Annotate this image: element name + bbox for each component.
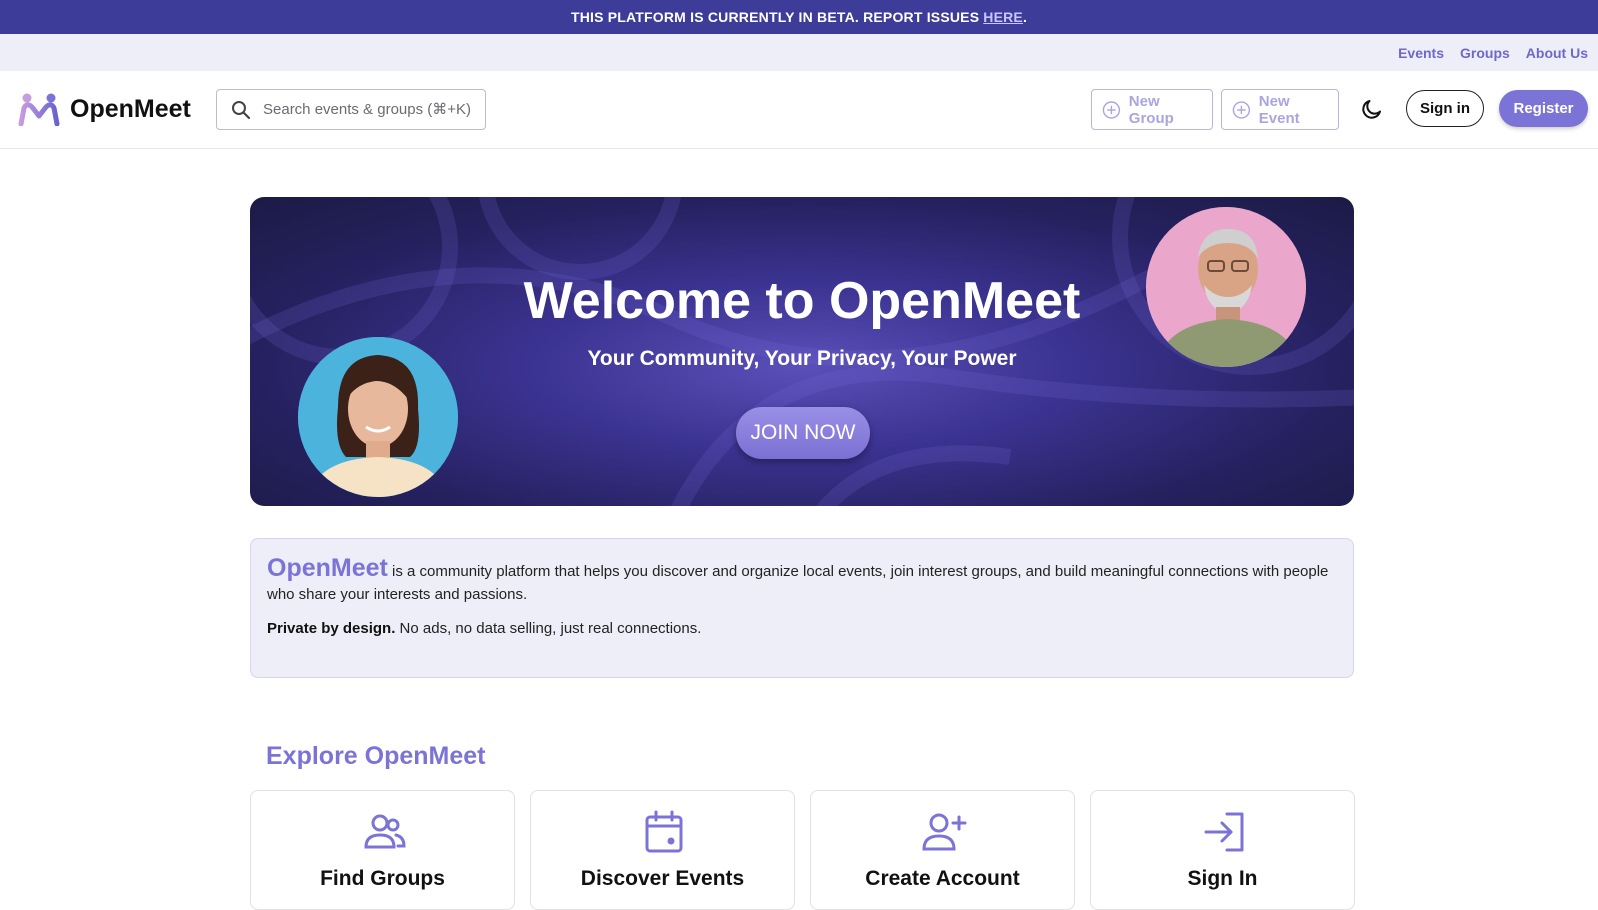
new-group-button[interactable]: New Group xyxy=(1091,89,1213,130)
new-event-button[interactable]: New Event xyxy=(1221,89,1339,130)
sign-in-button[interactable]: Sign in xyxy=(1406,90,1484,127)
search-icon xyxy=(232,100,251,119)
privacy-statement: Private by design. No ads, no data selli… xyxy=(267,620,1337,637)
users-icon xyxy=(364,814,406,849)
beta-banner-suffix: . xyxy=(1022,9,1028,25)
search-input[interactable] xyxy=(263,101,483,118)
logo[interactable]: OpenMeet xyxy=(18,92,191,126)
openmeet-logo-icon xyxy=(18,93,60,126)
hero-title: Welcome to OpenMeet xyxy=(523,272,1081,330)
nav-events-link[interactable]: Events xyxy=(1398,45,1444,61)
beta-banner: THIS PLATFORM IS CURRENTLY IN BETA. REPO… xyxy=(0,0,1598,34)
nav-about-link[interactable]: About Us xyxy=(1526,45,1588,61)
card-create-account[interactable]: Create Account xyxy=(810,790,1075,910)
beta-banner-text: THIS PLATFORM IS CURRENTLY IN BETA. REPO… xyxy=(570,9,980,25)
login-icon xyxy=(1204,812,1244,852)
add-user-icon xyxy=(922,813,967,851)
about-brand: OpenMeet xyxy=(267,554,388,582)
card-label: Discover Events xyxy=(580,867,745,890)
logo-text: OpenMeet xyxy=(70,94,191,123)
new-group-label: New Group xyxy=(1128,92,1174,127)
about-text: is a community platform that helps you d… xyxy=(267,563,1329,603)
card-discover-events[interactable]: Discover Events xyxy=(530,790,795,910)
about-description: OpenMeet is a community platform that he… xyxy=(267,554,1337,606)
card-label: Create Account xyxy=(865,867,1020,890)
plus-circle-icon xyxy=(1232,100,1251,119)
hero-banner: Welcome to OpenMeet Your Community, Your… xyxy=(250,197,1354,506)
card-label: Sign In xyxy=(1187,867,1258,890)
calendar-icon xyxy=(645,810,683,853)
header: OpenMeet New Group New Event Sign in Reg… xyxy=(0,71,1598,149)
dark-mode-toggle-icon[interactable] xyxy=(1360,97,1384,121)
about-panel: OpenMeet is a community platform that he… xyxy=(250,538,1354,678)
join-now-button[interactable]: JOIN NOW xyxy=(736,407,870,459)
explore-title: Explore OpenMeet xyxy=(266,742,486,770)
card-label: Find Groups xyxy=(320,867,445,890)
search-box[interactable] xyxy=(216,89,486,130)
card-sign-in[interactable]: Sign In xyxy=(1090,790,1355,910)
plus-circle-icon xyxy=(1102,100,1121,119)
card-find-groups[interactable]: Find Groups xyxy=(250,790,515,910)
nav-groups-link[interactable]: Groups xyxy=(1460,45,1510,61)
new-event-label: New Event xyxy=(1258,92,1300,127)
privacy-bold: Private by design. xyxy=(267,620,396,637)
hero-subtitle: Your Community, Your Privacy, Your Power xyxy=(587,347,1017,370)
privacy-text: No ads, no data selling, just real conne… xyxy=(395,620,702,637)
report-issues-link[interactable]: HERE xyxy=(983,9,1023,25)
register-button[interactable]: Register xyxy=(1499,90,1588,127)
top-nav: Events Groups About Us xyxy=(0,34,1598,71)
